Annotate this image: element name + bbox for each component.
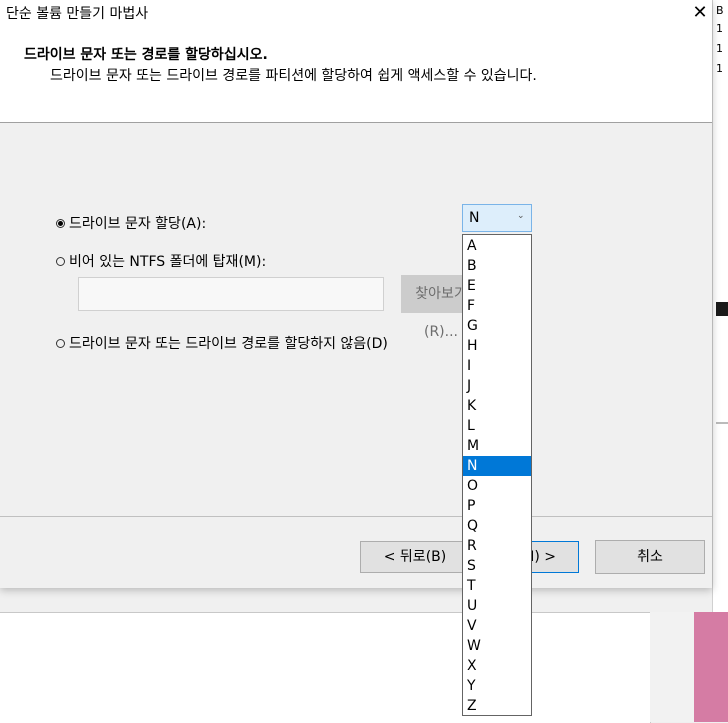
back-button[interactable]: < 뒤로(B) [360,541,470,573]
dropdown-option[interactable]: W [463,636,531,656]
dropdown-option[interactable]: B [463,256,531,276]
dropdown-option[interactable]: T [463,576,531,596]
background-divider [716,422,728,424]
dropdown-option[interactable]: U [463,596,531,616]
radio-label: 드라이브 문자 또는 드라이브 경로를 할당하지 않음(D) [69,336,388,352]
chevron-down-icon: ⌄ [517,211,525,221]
folder-path-input[interactable] [78,277,384,311]
dropdown-option[interactable]: S [463,556,531,576]
radio-mount-folder[interactable]: 비어 있는 NTFS 폴더에 탑재(M): [56,251,266,271]
radio-label: 비어 있는 NTFS 폴더에 탑재(M): [69,254,267,270]
footer-divider [0,516,712,517]
radio-label: 드라이브 문자 할당(A): [69,216,207,232]
page-title: 드라이브 문자 또는 경로를 할당하십시오. [24,47,268,63]
radio-button[interactable] [56,338,65,348]
background-text: B [716,4,724,17]
dropdown-option[interactable]: Z [463,696,531,716]
dropdown-option[interactable]: A [463,236,531,256]
wizard-header: 단순 볼륨 만들기 마법사 ✕ 드라이브 문자 또는 경로를 할당하십시오. 드… [0,0,712,123]
drive-letter-value: N [469,210,480,226]
dropdown-option[interactable]: N [463,456,531,476]
wizard-window: 단순 볼륨 만들기 마법사 ✕ 드라이브 문자 또는 경로를 할당하십시오. 드… [0,0,712,588]
dropdown-option[interactable]: Q [463,516,531,536]
dropdown-option[interactable]: E [463,276,531,296]
radio-assign-letter[interactable]: 드라이브 문자 할당(A): [56,213,206,233]
background-bar [716,302,728,316]
close-icon[interactable]: ✕ [690,2,710,24]
background-text: 1 [716,42,723,55]
background-panel [650,612,694,722]
dropdown-option[interactable]: O [463,476,531,496]
dropdown-option[interactable]: X [463,656,531,676]
background-text: 1 [716,22,723,35]
dropdown-option[interactable]: F [463,296,531,316]
drive-letter-dropdown[interactable]: ABEFGHIJKLMNOPQRSTUVWXYZ [462,234,532,716]
radio-no-letter[interactable]: 드라이브 문자 또는 드라이브 경로를 할당하지 않음(D) [56,333,388,353]
dropdown-option[interactable]: J [463,376,531,396]
dropdown-option[interactable]: V [463,616,531,636]
background-text: 1 [716,62,723,75]
cancel-button[interactable]: 취소 [595,540,705,574]
dropdown-option[interactable]: H [463,336,531,356]
dropdown-option[interactable]: L [463,416,531,436]
dropdown-option[interactable]: P [463,496,531,516]
dropdown-option[interactable]: G [463,316,531,336]
dropdown-option[interactable]: I [463,356,531,376]
drive-letter-select[interactable]: N ⌄ [462,204,532,232]
dropdown-option[interactable]: M [463,436,531,456]
background-panel [0,612,651,723]
dropdown-option[interactable]: R [463,536,531,556]
radio-button[interactable] [56,256,65,266]
window-title: 단순 볼륨 만들기 마법사 [6,6,149,22]
dropdown-option[interactable]: K [463,396,531,416]
page-subtitle: 드라이브 문자 또는 드라이브 경로를 파티션에 할당하여 쉽게 액세스할 수 … [50,68,537,84]
dropdown-option[interactable]: Y [463,676,531,696]
background-panel-pink [694,612,728,722]
radio-button-selected[interactable] [56,218,65,228]
